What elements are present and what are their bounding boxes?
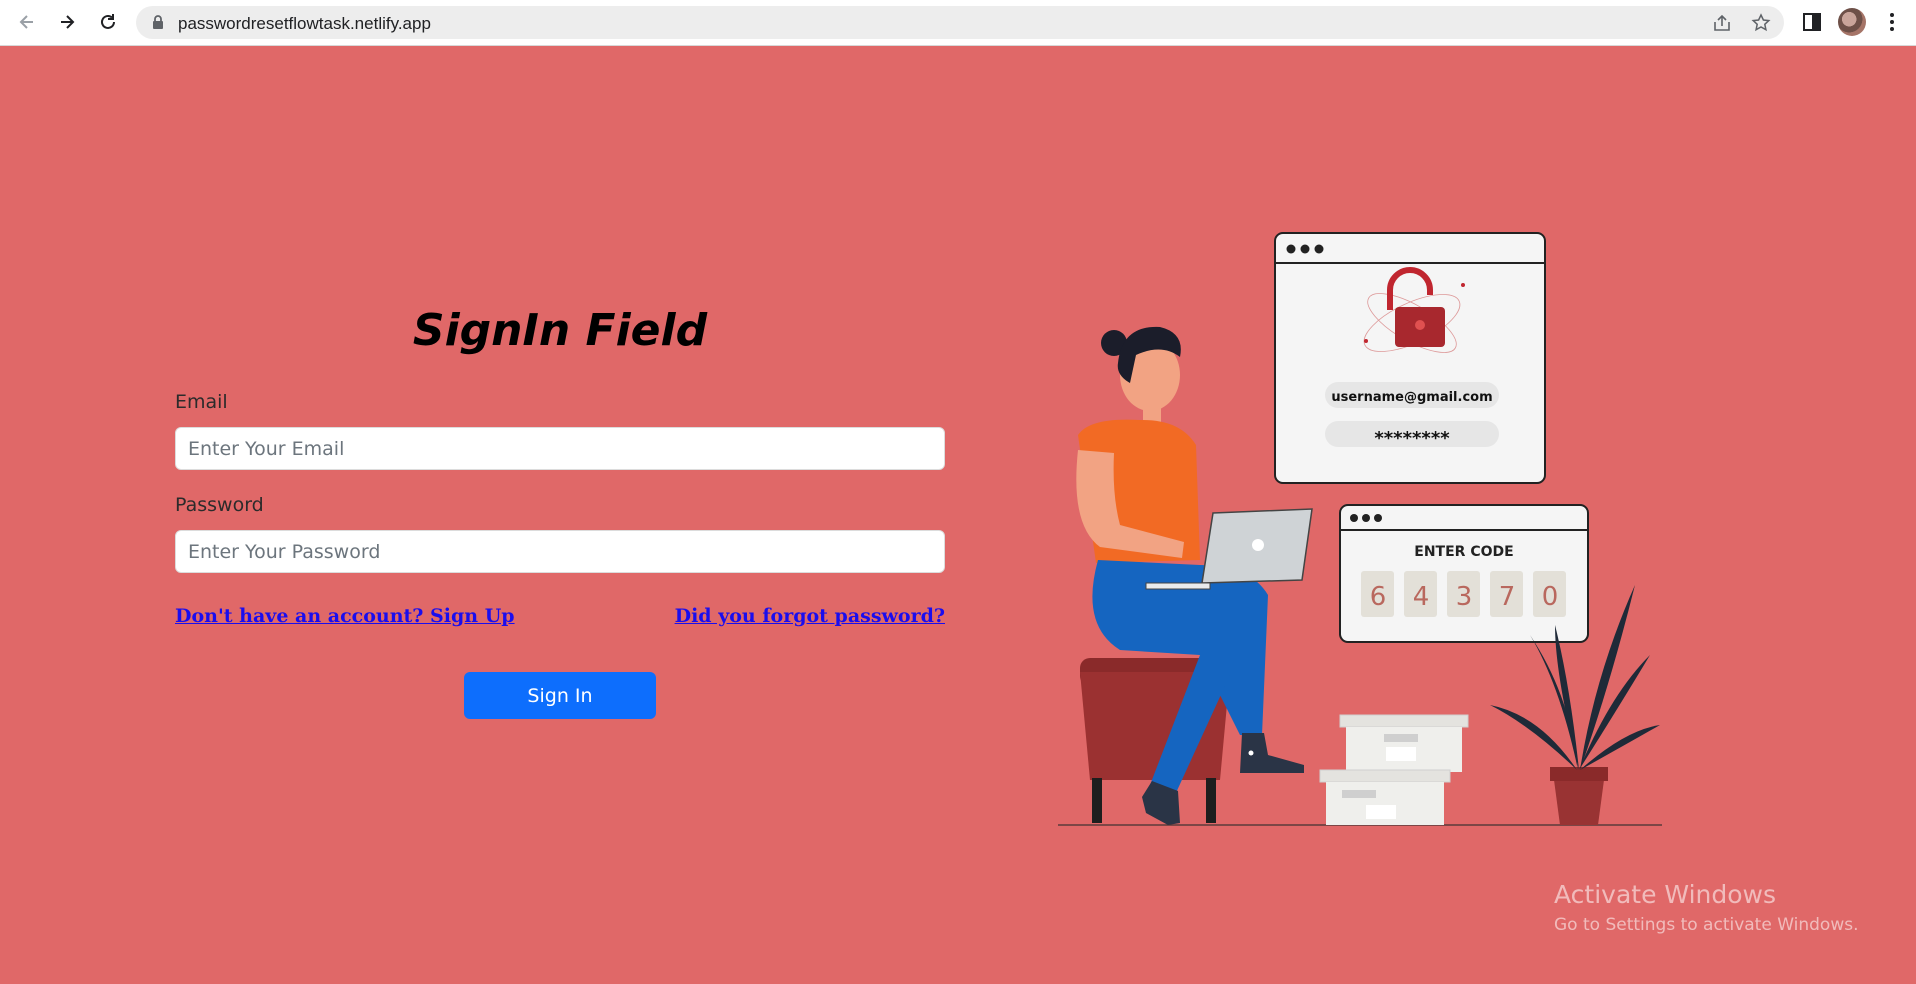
url-text: passwordresetflowtask.netlify.app xyxy=(178,14,431,33)
login-card-email: username@gmail.com xyxy=(1331,390,1492,405)
page-title: SignIn Field xyxy=(412,305,708,356)
more-menu-icon[interactable] xyxy=(1881,11,1903,33)
password-field[interactable] xyxy=(175,530,945,573)
watermark-subtitle: Go to Settings to activate Windows. xyxy=(1554,915,1859,935)
back-arrow-icon xyxy=(19,15,33,29)
watermark-title: Activate Windows xyxy=(1554,880,1776,909)
share-icon[interactable] xyxy=(1712,13,1732,33)
code-digit: 0 xyxy=(1542,582,1559,612)
forward-arrow-icon xyxy=(61,15,75,29)
code-digit: 7 xyxy=(1499,582,1516,612)
email-field[interactable] xyxy=(175,427,945,470)
reload-button[interactable] xyxy=(94,8,122,36)
email-label: Email xyxy=(175,391,228,413)
side-panel-icon[interactable] xyxy=(1801,11,1823,33)
storage-boxes xyxy=(1319,714,1469,825)
code-digit: 4 xyxy=(1413,582,1430,612)
browser-toolbar: passwordresetflowtask.netlify.app xyxy=(0,0,1916,46)
code-digit: 3 xyxy=(1456,582,1473,612)
lock-icon xyxy=(153,15,163,29)
windows-activation-watermark: Activate Windows Go to Settings to activ… xyxy=(1554,880,1859,935)
sign-in-button[interactable]: Sign In xyxy=(464,672,656,719)
password-reset-illustration: username@gmail.com ******** ENTER CODE 6… xyxy=(1058,232,1662,826)
address-bar[interactable]: passwordresetflowtask.netlify.app xyxy=(136,6,1784,39)
code-digit: 6 xyxy=(1370,582,1387,612)
back-button[interactable] xyxy=(13,8,41,36)
code-card: ENTER CODE 6 4 3 7 0 xyxy=(1339,504,1589,643)
login-card-password: ******** xyxy=(1374,428,1450,449)
forgot-password-link[interactable]: Did you forgot password? xyxy=(675,605,945,627)
bookmark-star-icon[interactable] xyxy=(1751,13,1771,33)
signup-link[interactable]: Don't have an account? Sign Up xyxy=(175,605,515,627)
forward-button[interactable] xyxy=(53,8,81,36)
profile-avatar[interactable] xyxy=(1838,8,1866,36)
code-card-title: ENTER CODE xyxy=(1414,544,1513,560)
reload-icon xyxy=(101,14,115,29)
login-card: username@gmail.com ******** xyxy=(1274,232,1546,484)
password-label: Password xyxy=(175,494,264,516)
